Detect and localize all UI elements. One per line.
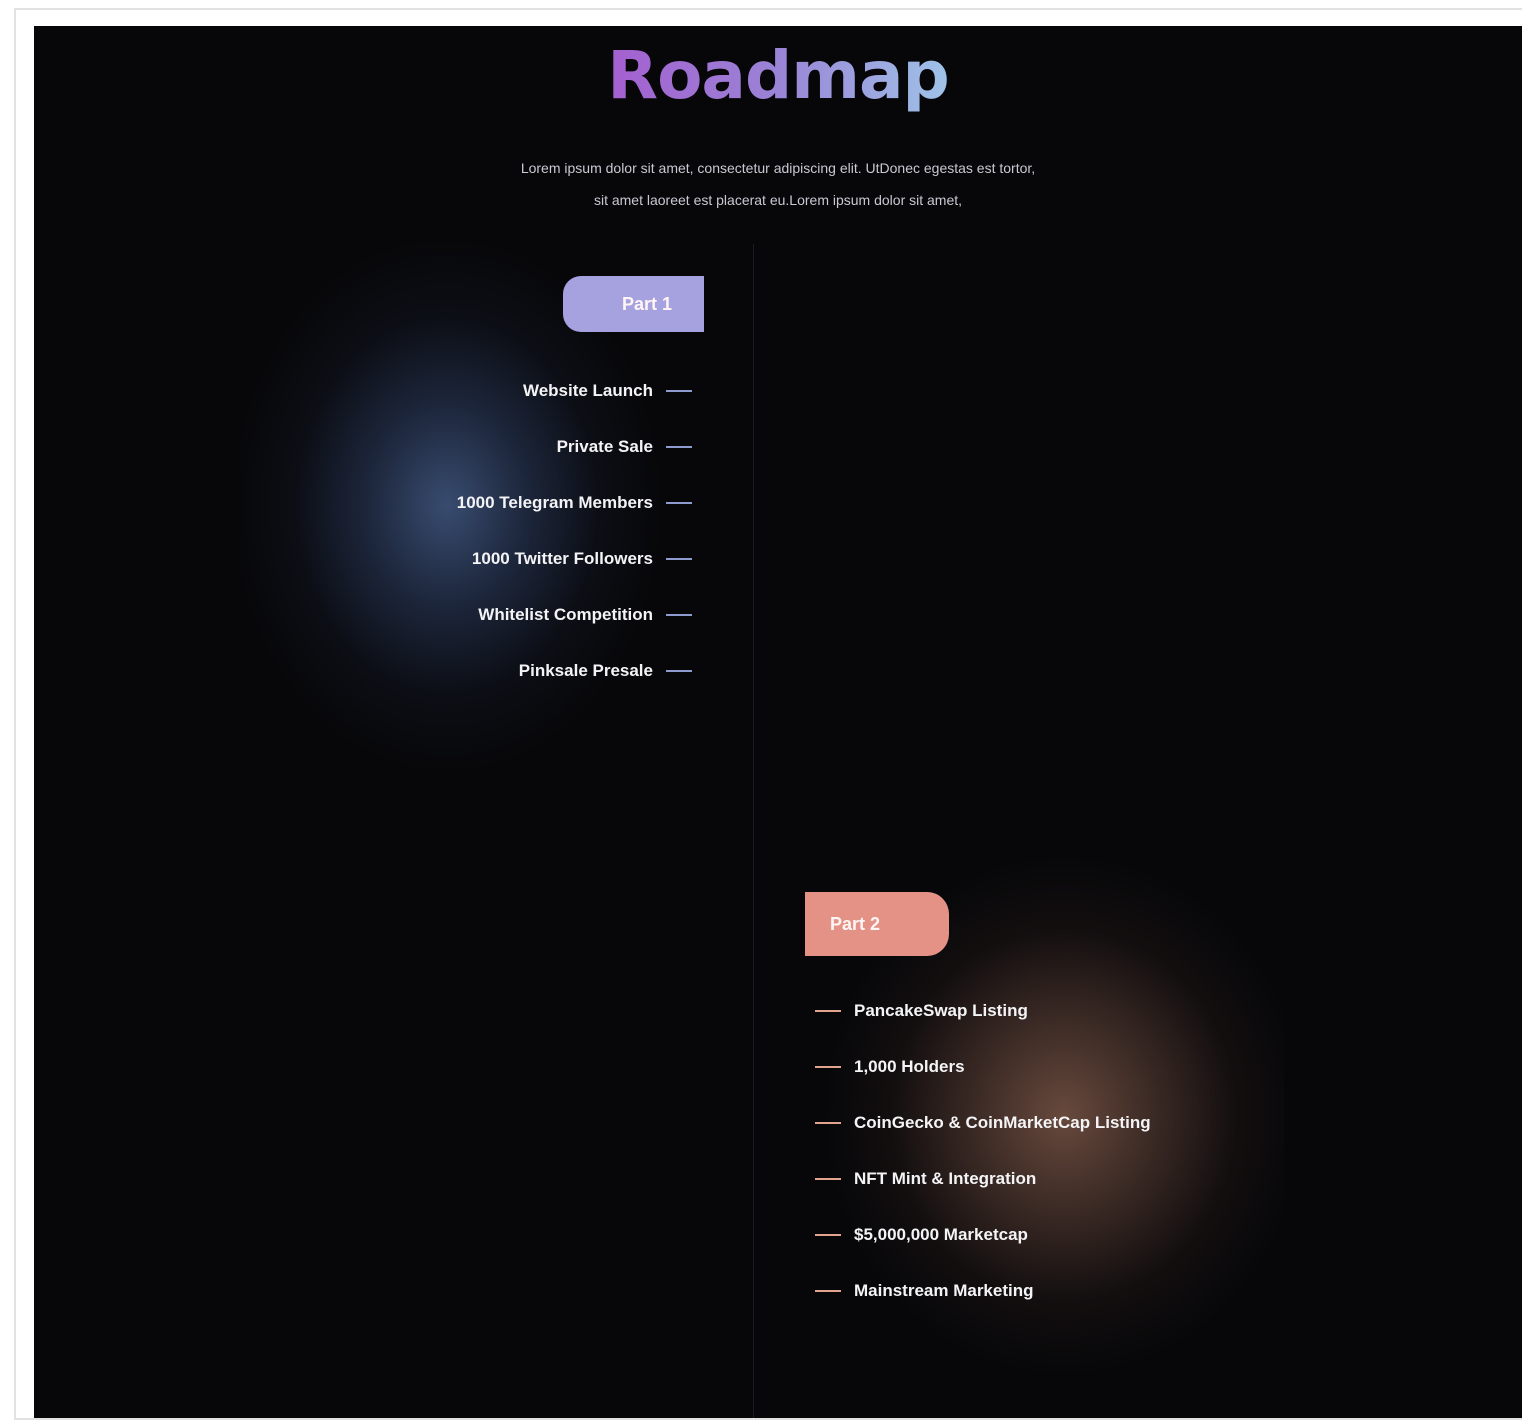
dash-marker — [666, 558, 692, 560]
milestone-item: Whitelist Competition — [334, 587, 692, 643]
subtitle-line-2: sit amet laoreet est placerat eu.Lorem i… — [593, 192, 963, 208]
dash-marker — [666, 446, 692, 448]
dash-marker — [815, 1010, 841, 1012]
dash-marker — [666, 502, 692, 504]
dash-marker — [666, 390, 692, 392]
roadmap-subtitle: Lorem ipsum dolor sit amet, consectetur … — [34, 152, 1522, 216]
milestone-label: CoinGecko & CoinMarketCap Listing — [854, 1113, 1151, 1132]
milestone-label: $5,000,000 Marketcap — [854, 1225, 1028, 1244]
dash-marker — [815, 1290, 841, 1292]
milestone-item: CoinGecko & CoinMarketCap Listing — [815, 1095, 1255, 1151]
milestone-label: Pinksale Presale — [518, 661, 653, 680]
milestone-item: Mainstream Marketing — [815, 1263, 1255, 1319]
milestone-label: PancakeSwap Listing — [854, 1001, 1028, 1020]
milestone-label: Mainstream Marketing — [854, 1281, 1034, 1300]
dash-marker — [815, 1178, 841, 1180]
milestone-item: NFT Mint & Integration — [815, 1151, 1255, 1207]
milestone-item: Pinksale Presale — [334, 643, 692, 699]
milestone-label: 1000 Twitter Followers — [471, 549, 653, 568]
part1-milestone-list: Website Launch Private Sale 1000 Telegra… — [334, 363, 692, 699]
dash-marker — [666, 614, 692, 616]
milestone-item: $5,000,000 Marketcap — [815, 1207, 1255, 1263]
dash-marker — [815, 1234, 841, 1236]
milestone-label: 1000 Telegram Members — [456, 493, 653, 512]
part1-badge: Part 1 — [563, 276, 704, 332]
roadmap-title-text: Roadmap — [607, 37, 949, 114]
milestone-item: 1000 Telegram Members — [334, 475, 692, 531]
part2-badge: Part 2 — [805, 892, 949, 956]
subtitle-line-1: Lorem ipsum dolor sit amet, consectetur … — [520, 160, 1036, 176]
milestone-item: 1,000 Holders — [815, 1039, 1255, 1095]
part2-milestone-list: PancakeSwap Listing 1,000 Holders CoinGe… — [815, 983, 1255, 1319]
milestone-item: PancakeSwap Listing — [815, 983, 1255, 1039]
roadmap-section: Roadmap Lorem ipsum dolor sit amet, cons… — [34, 26, 1522, 1418]
dash-marker — [815, 1066, 841, 1068]
milestone-label: 1,000 Holders — [854, 1057, 965, 1076]
milestone-item: 1000 Twitter Followers — [334, 531, 692, 587]
dash-marker — [666, 670, 692, 672]
milestone-item: Private Sale — [334, 419, 692, 475]
milestone-label: Private Sale — [556, 437, 653, 456]
milestone-item: Website Launch — [334, 363, 692, 419]
roadmap-title: Roadmap — [34, 36, 1522, 116]
milestone-label: NFT Mint & Integration — [854, 1169, 1037, 1188]
dash-marker — [815, 1122, 841, 1124]
milestone-label: Website Launch — [522, 381, 653, 400]
timeline-divider — [753, 244, 754, 1418]
milestone-label: Whitelist Competition — [478, 605, 653, 624]
